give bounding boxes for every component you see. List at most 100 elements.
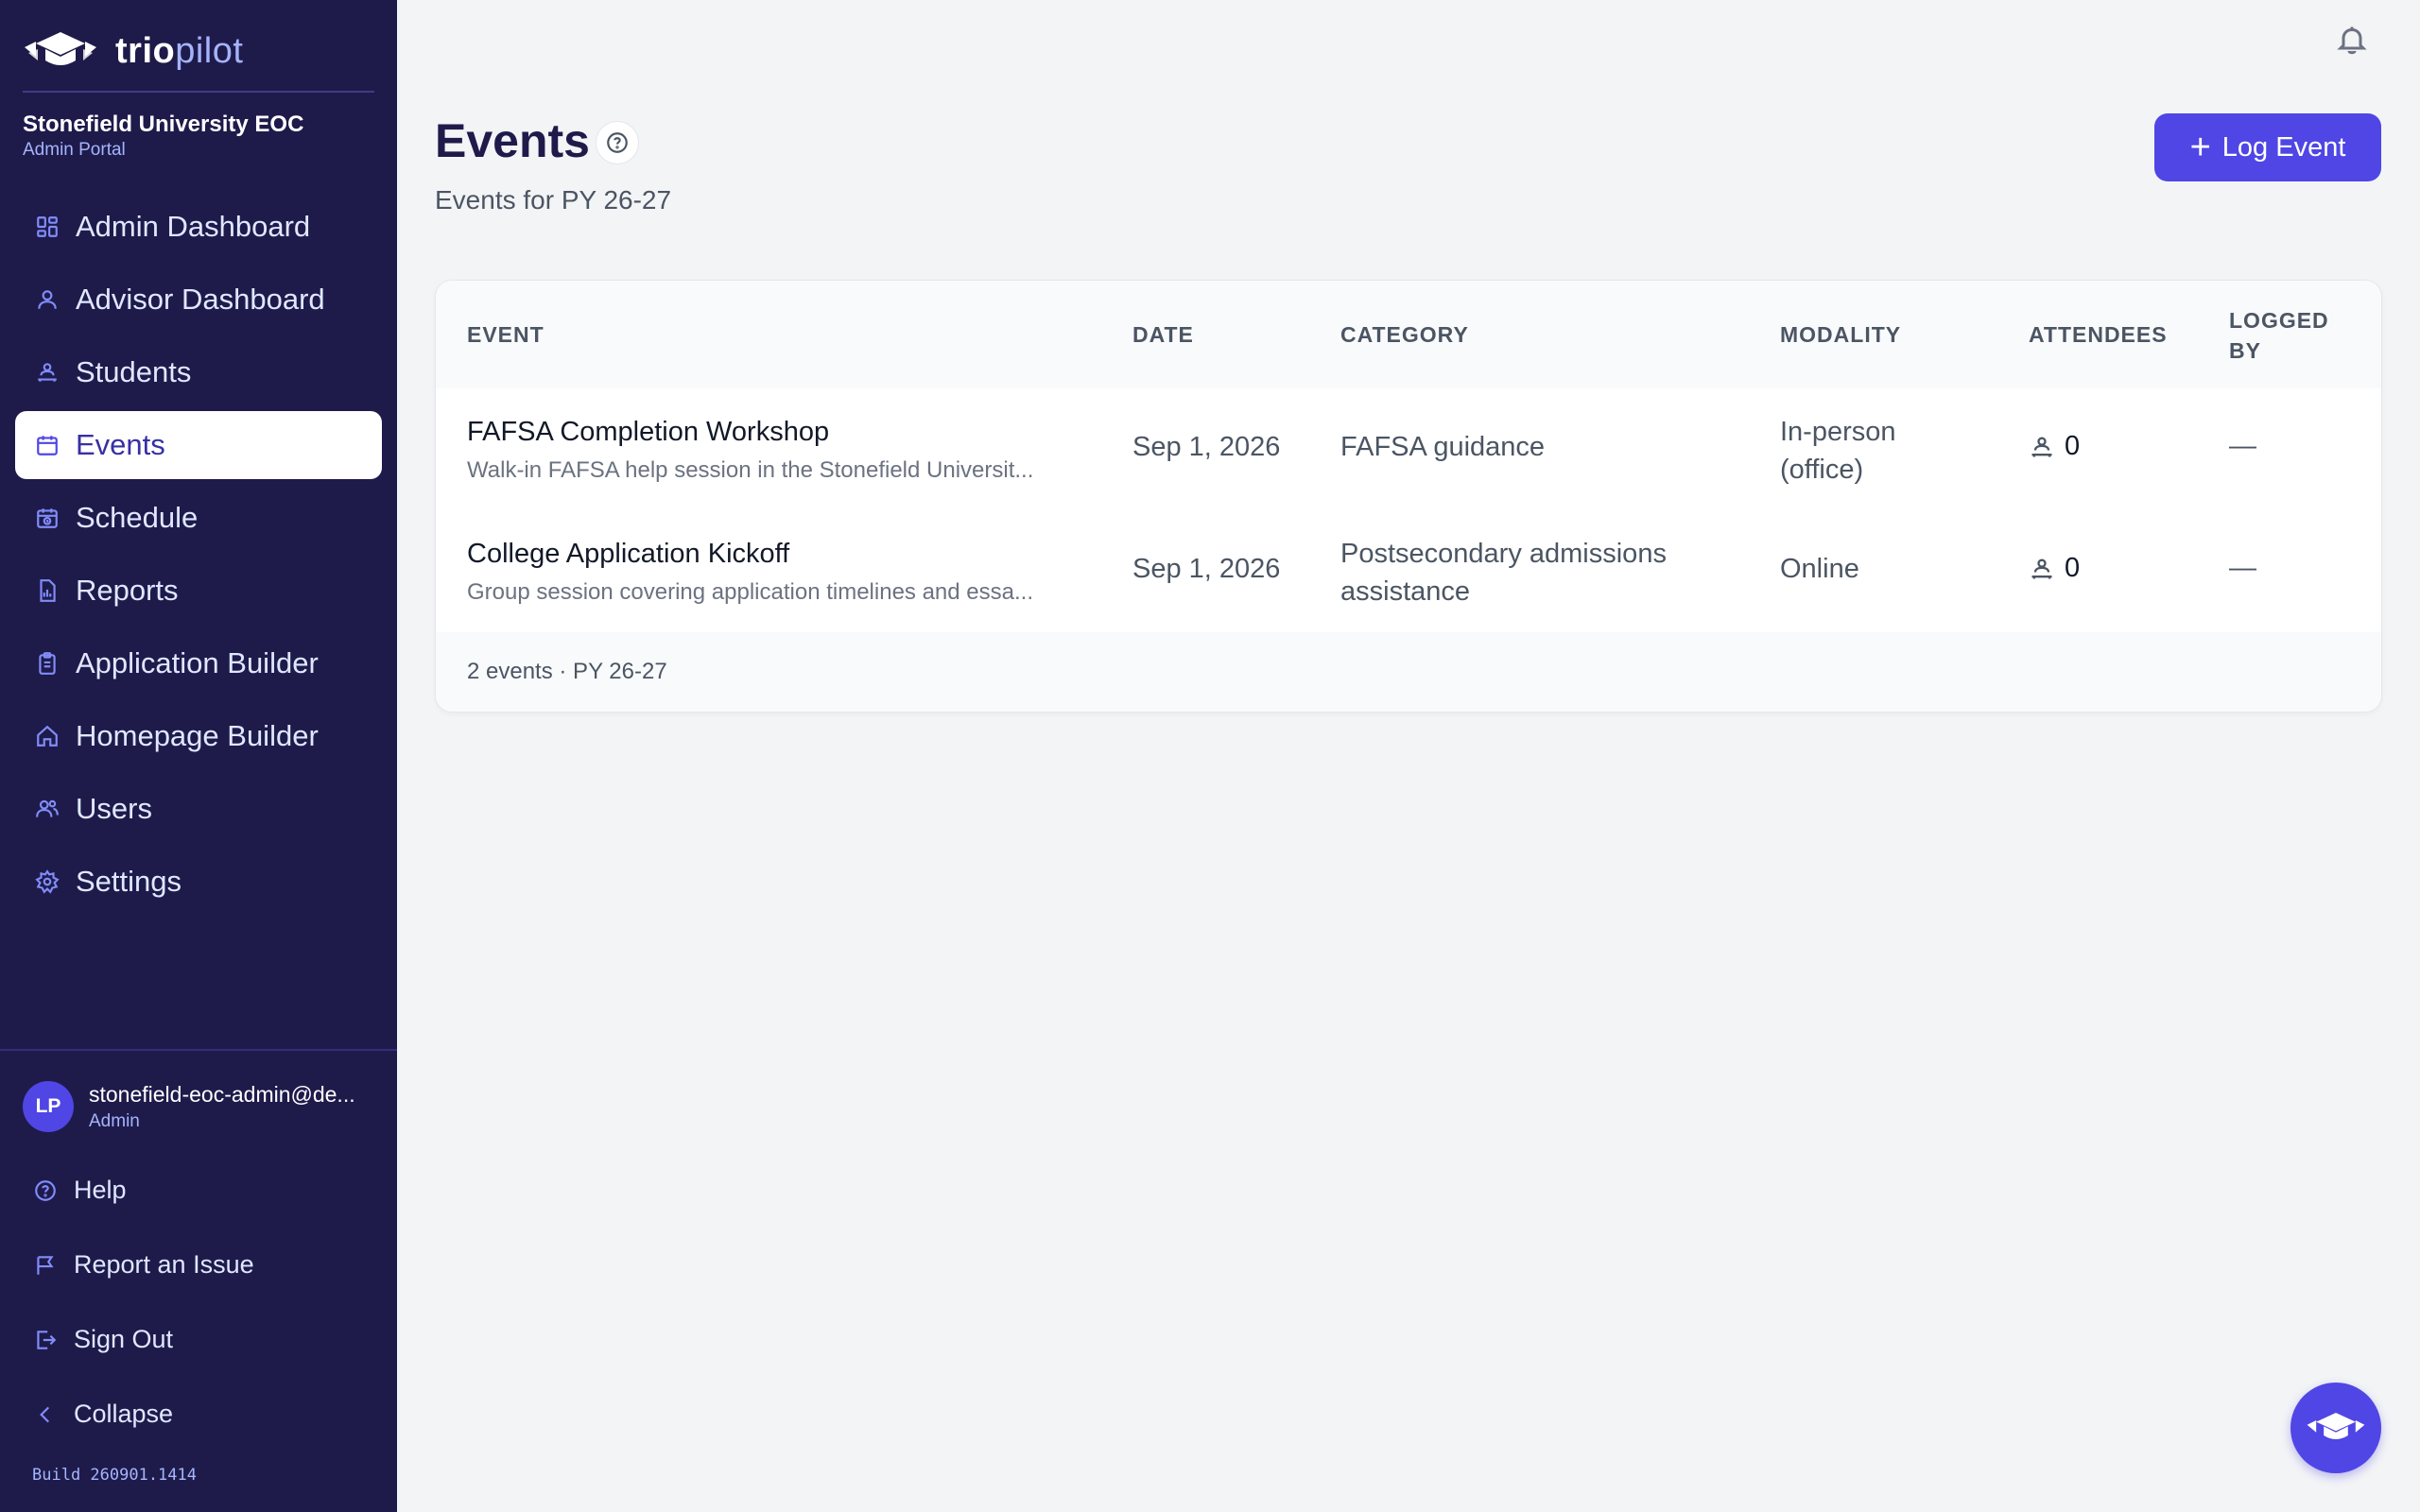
modality-line2: (office) — [1780, 455, 1864, 485]
table-footer-summary: 2 events · PY 26-27 — [467, 659, 667, 684]
help-circle-icon — [32, 1177, 59, 1204]
sidebar-nav: Admin Dashboard Advisor Dashboard Studen… — [15, 193, 382, 920]
table-row[interactable]: College Application Kickoff Group sessio… — [436, 510, 2381, 633]
sidebar-item-advisor-dashboard[interactable]: Advisor Dashboard — [15, 266, 382, 334]
log-event-button[interactable]: + Log Event — [2154, 113, 2381, 181]
sidebar-item-homepage-builder[interactable]: Homepage Builder — [15, 702, 382, 770]
sidebar-item-admin-dashboard[interactable]: Admin Dashboard — [15, 193, 382, 261]
sidebar-item-label: Advisor Dashboard — [76, 283, 325, 316]
events-table: EVENT DATE CATEGORY MODALITY ATTENDEES L… — [435, 280, 2382, 713]
attendee-count: 0 — [2065, 553, 2081, 583]
build-version: Build 260901.1414 — [32, 1466, 197, 1485]
modality-line1: In-person — [1780, 417, 1896, 447]
event-category: Postsecondary admissions assistance — [1340, 535, 1667, 610]
sidebar-item-reports[interactable]: Reports — [15, 557, 382, 625]
report-icon — [34, 577, 60, 604]
table-footer: 2 events · PY 26-27 — [436, 632, 2381, 712]
chevron-left-icon — [32, 1401, 59, 1428]
sidebar-item-label: Application Builder — [76, 646, 319, 679]
page-subtitle: Events for PY 26-27 — [435, 185, 672, 215]
category-line1: Postsecondary admissions — [1340, 539, 1667, 569]
sidebar-item-events[interactable]: Events — [15, 411, 382, 479]
collapse-label: Collapse — [74, 1400, 174, 1428]
collapse-button[interactable]: Collapse — [15, 1377, 382, 1452]
page-help-button[interactable] — [596, 121, 639, 164]
avatar: LP — [23, 1081, 74, 1132]
modality-line1: Online — [1780, 554, 1859, 584]
column-header-event[interactable]: EVENT — [467, 322, 544, 348]
graduation-cap-icon — [2307, 1413, 2365, 1439]
event-title[interactable]: College Application Kickoff — [467, 539, 1033, 570]
students-icon — [2031, 437, 2052, 456]
event-logged-by: — — [2229, 553, 2256, 583]
user-profile[interactable]: LP stonefield-eoc-admin@de... Admin — [23, 1081, 355, 1132]
calendar-icon — [34, 432, 60, 458]
grid-icon — [34, 214, 60, 240]
sign-out-icon — [32, 1327, 59, 1353]
schedule-icon — [34, 505, 60, 531]
logo-text: triopilot — [115, 30, 244, 71]
logged-by-line1: LOGGED — [2229, 308, 2329, 333]
column-header-category[interactable]: CATEGORY — [1340, 322, 1469, 348]
app-logo[interactable]: triopilot — [23, 28, 243, 74]
sidebar-item-schedule[interactable]: Schedule — [15, 484, 382, 552]
user-role: Admin — [89, 1110, 140, 1131]
students-icon — [2031, 558, 2052, 578]
plus-icon: + — [2189, 128, 2211, 167]
sidebar-item-label: Events — [76, 428, 165, 461]
sidebar: triopilot Stonefield University EOC Admi… — [0, 0, 397, 1512]
table-row[interactable]: FAFSA Completion Workshop Walk-in FAFSA … — [436, 388, 2381, 511]
help-label: Help — [74, 1176, 127, 1204]
sidebar-item-label: Admin Dashboard — [76, 210, 311, 243]
divider — [0, 1049, 397, 1051]
sidebar-item-label: Reports — [76, 574, 179, 607]
sidebar-item-students[interactable]: Students — [15, 338, 382, 406]
log-event-label: Log Event — [2221, 131, 2346, 163]
clipboard-icon — [34, 650, 60, 677]
event-description: Walk-in FAFSA help session in the Stonef… — [467, 457, 1034, 483]
sidebar-item-label: Homepage Builder — [76, 719, 319, 752]
sidebar-item-label: Users — [76, 792, 152, 825]
user-icon — [34, 286, 60, 313]
column-header-logged-by[interactable]: LOGGED BY — [2229, 305, 2329, 366]
sidebar-item-label: Schedule — [76, 501, 199, 534]
sign-out-label: Sign Out — [74, 1325, 174, 1353]
event-attendees: 0 — [2029, 431, 2080, 462]
home-icon — [34, 723, 60, 749]
event-description: Group session covering application timel… — [467, 579, 1033, 605]
gear-icon — [34, 868, 60, 895]
assistant-button[interactable] — [2290, 1383, 2381, 1473]
column-header-modality[interactable]: MODALITY — [1780, 322, 1901, 348]
students-icon — [34, 359, 60, 386]
column-header-date[interactable]: DATE — [1132, 322, 1194, 348]
report-issue-label: Report an Issue — [74, 1250, 254, 1279]
sign-out-link[interactable]: Sign Out — [15, 1302, 382, 1377]
org-subtitle: Admin Portal — [23, 140, 126, 160]
event-category: FAFSA guidance — [1340, 432, 1545, 463]
flag-icon — [32, 1252, 59, 1279]
org-name: Stonefield University EOC — [23, 112, 304, 137]
sidebar-item-settings[interactable]: Settings — [15, 848, 382, 916]
sidebar-item-label: Settings — [76, 865, 182, 898]
users-icon — [34, 796, 60, 822]
help-link[interactable]: Help — [15, 1153, 382, 1228]
report-issue-link[interactable]: Report an Issue — [15, 1228, 382, 1302]
logged-by-line2: BY — [2229, 338, 2261, 363]
user-email: stonefield-eoc-admin@de... — [89, 1081, 355, 1107]
category-line1: FAFSA guidance — [1340, 432, 1546, 462]
event-attendees: 0 — [2029, 553, 2080, 584]
attendee-count: 0 — [2065, 431, 2081, 461]
column-header-attendees[interactable]: ATTENDEES — [2029, 322, 2168, 348]
event-logged-by: — — [2229, 431, 2256, 461]
event-modality: Online — [1780, 554, 1859, 585]
sidebar-footer-links: Help Report an Issue Sign Out Collapse — [15, 1153, 382, 1452]
divider — [23, 91, 374, 93]
sidebar-item-users[interactable]: Users — [15, 775, 382, 843]
bell-icon — [2337, 26, 2367, 55]
notifications-button[interactable] — [2335, 23, 2373, 60]
sidebar-item-application-builder[interactable]: Application Builder — [15, 629, 382, 697]
event-title[interactable]: FAFSA Completion Workshop — [467, 417, 1033, 448]
sidebar-item-label: Students — [76, 355, 192, 388]
event-modality: In-person (office) — [1780, 413, 1896, 489]
category-line2: assistance — [1340, 576, 1471, 607]
